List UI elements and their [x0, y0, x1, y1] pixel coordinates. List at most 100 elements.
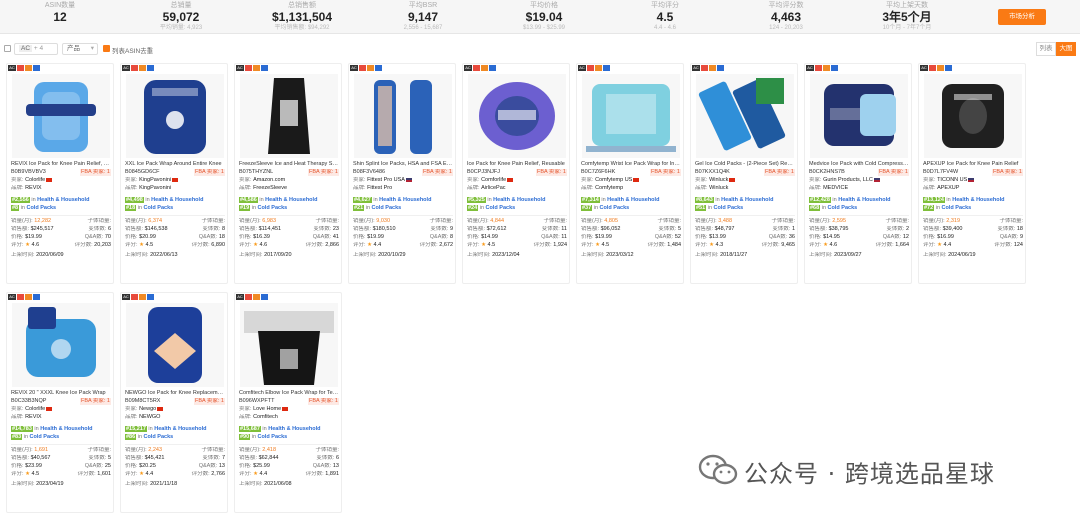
main-category[interactable]: Health & Household	[268, 426, 320, 432]
asin[interactable]: B07KXX1Q4K	[695, 169, 730, 175]
seller-name[interactable]: Newgo	[139, 406, 156, 412]
sub-category[interactable]: Cold Packs	[258, 205, 288, 211]
main-category[interactable]: Health & Household	[838, 197, 890, 203]
seller-name[interactable]: Comforlife	[481, 177, 506, 183]
product-thumbnail[interactable]	[354, 74, 452, 158]
brand-name[interactable]: Fittest Pro	[367, 185, 392, 191]
sub-category[interactable]: Cold Packs	[144, 434, 174, 440]
product-image[interactable]	[354, 74, 452, 158]
sub-category[interactable]: Cold Packs	[372, 205, 402, 211]
asin[interactable]: B0845GD6CF	[125, 169, 160, 175]
asin[interactable]: B0C33B3NQP	[11, 398, 46, 404]
product-title[interactable]: APEXUP Ice Pack for Knee Pain Relief	[923, 161, 1023, 168]
brand-name[interactable]: Comfitech	[253, 414, 278, 420]
sub-category[interactable]: Cold Packs	[714, 205, 744, 211]
asin[interactable]: B0B9VBVBV3	[11, 169, 46, 175]
asin[interactable]: B09M8CT5RX	[125, 398, 160, 404]
sub-category[interactable]: Cold Packs	[144, 205, 174, 211]
product-title[interactable]: Ice Pack for Knee Pain Relief, Reusable	[467, 161, 567, 168]
main-category[interactable]: Health & Household	[37, 197, 89, 203]
asin[interactable]: B0C7Z6F6HK	[581, 169, 615, 175]
product-title[interactable]: Medvice Ice Pack with Cold Compression	[809, 161, 909, 168]
product-thumbnail[interactable]	[240, 303, 338, 387]
main-category[interactable]: Health & Household	[151, 197, 203, 203]
product-card[interactable]: AC REVIX 20 " XXXL Knee Ice Pack Wrap B0…	[6, 292, 114, 513]
sub-category[interactable]: Cold Packs	[26, 205, 56, 211]
seller-name[interactable]: KingPavonini	[139, 177, 171, 183]
ac-filter-select[interactable]: AC + 4	[14, 43, 58, 55]
asin[interactable]: B096WXPFTT	[239, 398, 274, 404]
product-card[interactable]: AC Gel Ice Cold Packs - (2-Piece Set) Re…	[690, 63, 798, 284]
product-thumbnail[interactable]	[582, 74, 680, 158]
brand-name[interactable]: APEXUP	[937, 185, 959, 191]
sub-category[interactable]: Cold Packs	[30, 434, 60, 440]
seller-name[interactable]: Gurin Products, LLC	[823, 177, 873, 183]
product-image[interactable]	[810, 74, 908, 158]
seller-name[interactable]: Colorlife	[25, 406, 45, 412]
product-thumbnail[interactable]	[12, 303, 110, 387]
seller-name[interactable]: TICONN US	[937, 177, 967, 183]
product-thumbnail[interactable]	[924, 74, 1022, 158]
product-title[interactable]: XXL Ice Pack Wrap Around Entire Knee	[125, 161, 225, 168]
product-title[interactable]: Comfitech Elbow Ice Pack Wrap for Tendon…	[239, 390, 339, 397]
brand-name[interactable]: REVIX	[25, 414, 42, 420]
asin[interactable]: B0D7L7FV4W	[923, 169, 958, 175]
seller-name[interactable]: Winluck	[709, 177, 728, 183]
brand-name[interactable]: KingPavonini	[139, 185, 171, 191]
brand-name[interactable]: FreezeSleeve	[253, 185, 287, 191]
product-image[interactable]	[468, 74, 566, 158]
product-image[interactable]	[126, 74, 224, 158]
seller-name[interactable]: Comfytemp US	[595, 177, 632, 183]
sub-category[interactable]: Cold Packs	[600, 205, 630, 211]
dedupe-asin-checkbox[interactable]	[103, 45, 110, 52]
product-image[interactable]	[240, 74, 338, 158]
product-card[interactable]: AC APEXUP Ice Pack for Knee Pain Relief …	[918, 63, 1026, 284]
product-card[interactable]: AC Comfytemp Wrist Ice Pack Wrap for Inj…	[576, 63, 684, 284]
product-title[interactable]: Shin Splint Ice Packs, HSA and FSA Eligi…	[353, 161, 453, 168]
product-image[interactable]	[126, 303, 224, 387]
asin[interactable]: B075THYZNL	[239, 169, 273, 175]
product-image[interactable]	[924, 74, 1022, 158]
main-category[interactable]: Health & Household	[493, 197, 545, 203]
asin[interactable]: B08F3V6486	[353, 169, 385, 175]
product-card[interactable]: AC FreezeSleeve Ice and Heat Therapy Sle…	[234, 63, 342, 284]
market-analysis-button[interactable]: 市场分析	[998, 9, 1046, 25]
main-category[interactable]: Health & Household	[40, 426, 92, 432]
main-category[interactable]: Health & Household	[154, 426, 206, 432]
seller-name[interactable]: Colorlife	[25, 177, 45, 183]
product-card[interactable]: AC Comfitech Elbow Ice Pack Wrap for Ten…	[234, 292, 342, 513]
product-title[interactable]: NEWGO Ice Pack for Knee Replacement Surg…	[125, 390, 225, 397]
product-thumbnail[interactable]	[126, 74, 224, 158]
main-category[interactable]: Health & Household	[952, 197, 1004, 203]
product-card[interactable]: AC NEWGO Ice Pack for Knee Replacement S…	[120, 292, 228, 513]
sub-category[interactable]: Cold Packs	[486, 205, 516, 211]
product-thumbnail[interactable]	[696, 74, 794, 158]
brand-name[interactable]: AirlicePac	[481, 185, 505, 191]
product-card[interactable]: AC REVIX Ice Pack for Knee Pain Relief, …	[6, 63, 114, 284]
product-select[interactable]: 产品 ▾	[62, 43, 98, 55]
view-grid-toggle[interactable]: 大图	[1056, 42, 1076, 56]
brand-name[interactable]: MEDVICE	[823, 185, 848, 191]
main-category[interactable]: Health & Household	[265, 197, 317, 203]
product-image[interactable]	[240, 303, 338, 387]
main-category[interactable]: Health & Household	[721, 197, 773, 203]
select-all-checkbox[interactable]	[4, 45, 11, 52]
product-thumbnail[interactable]	[810, 74, 908, 158]
product-title[interactable]: REVIX 20 " XXXL Knee Ice Pack Wrap	[11, 390, 111, 397]
product-title[interactable]: Comfytemp Wrist Ice Pack Wrap for Injuri…	[581, 161, 681, 168]
product-image[interactable]	[12, 74, 110, 158]
seller-name[interactable]: Fittest Pro USA	[367, 177, 405, 183]
product-thumbnail[interactable]	[468, 74, 566, 158]
brand-name[interactable]: Comfytemp	[595, 185, 623, 191]
product-image[interactable]	[12, 303, 110, 387]
product-title[interactable]: REVIX Ice Pack for Knee Pain Relief, Reu…	[11, 161, 111, 168]
seller-name[interactable]: Amazon.com	[253, 177, 285, 183]
product-image[interactable]	[696, 74, 794, 158]
product-thumbnail[interactable]	[126, 303, 224, 387]
sub-category[interactable]: Cold Packs	[258, 434, 288, 440]
brand-name[interactable]: NEWGO	[139, 414, 160, 420]
asin[interactable]: B0CPJ3NJFJ	[467, 169, 500, 175]
sub-category[interactable]: Cold Packs	[828, 205, 858, 211]
product-card[interactable]: AC Medvice Ice Pack with Cold Compressio…	[804, 63, 912, 284]
seller-name[interactable]: Love Home	[253, 406, 281, 412]
